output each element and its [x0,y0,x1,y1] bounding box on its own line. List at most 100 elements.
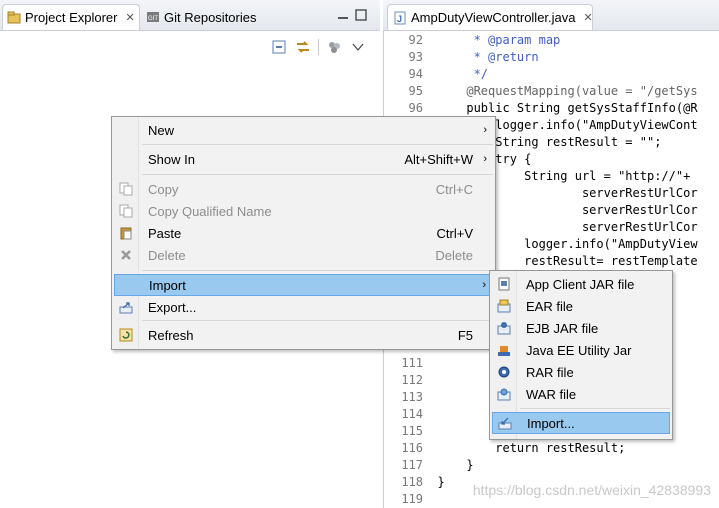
ejb-jar-icon [496,320,512,336]
menu-item-shortcut: Ctrl+V [436,225,473,241]
maximize-icon[interactable] [354,8,368,22]
code-text: return restResult; [437,441,626,455]
menu-item-label: EAR file [526,298,573,314]
line-number: 93 [408,50,423,64]
menu-item-label: Delete [148,247,186,263]
java-file-icon: J [393,11,407,25]
export-icon [118,299,134,315]
menu-item-delete[interactable]: Delete Delete [114,244,493,266]
menu-item-shortcut: Ctrl+C [435,181,473,197]
minimize-icon[interactable] [336,8,350,22]
git-repositories-icon: GIT [146,10,160,24]
submenu-arrow-icon: › [483,153,487,165]
view-menu-chevron-down-icon[interactable] [349,38,367,56]
menu-item-shortcut: Delete [435,247,473,263]
menu-item-label: Show In [148,151,195,167]
code-line: 95 @RequestMapping(value = "/getSys [383,83,698,100]
menu-separator [142,174,493,175]
line-number: 92 [408,33,423,47]
menu-item-label: Import... [527,415,575,431]
code-text: * @param map [437,33,561,47]
line-number: 114 [401,407,423,421]
menu-item-shortcut: Alt+Shift+W [404,151,473,167]
project-explorer-icon [7,11,21,25]
app-client-jar-icon [496,276,512,292]
code-line: 116 return restResult; [383,440,625,457]
line-number: 111 [401,356,423,370]
line-number: 112 [401,373,423,387]
menu-item-label: Refresh [148,327,194,343]
link-with-editor-icon[interactable] [294,38,312,56]
code-line: 118 } [383,474,445,491]
delete-icon [118,247,134,263]
line-number: 95 [408,84,423,98]
menu-item-label: Java EE Utility Jar [526,342,632,358]
copy-icon [118,181,134,197]
submenu-item-app-client-jar-file[interactable]: App Client JAR file [492,273,670,295]
tab-label: Project Explorer [25,10,118,25]
filter-icon[interactable] [325,38,343,56]
close-icon[interactable]: ✕ [125,11,134,24]
context-menu: New › Show In Alt+Shift+W › Copy Ctrl+C Copy Qu… [111,116,496,350]
menu-item-label: Paste [148,225,182,241]
code-text: public String getSysStaffInfo(@R [437,101,698,115]
menu-item-import[interactable]: Import › [114,274,493,296]
code-text: */ [437,67,489,81]
code-text: * @return [437,50,539,64]
code-line: 93 * @return [383,49,539,66]
view-toolbar [270,36,367,58]
code-text: } [437,458,474,472]
submenu-arrow-icon: › [482,279,486,291]
collapse-all-icon[interactable] [270,38,288,56]
submenu-arrow-icon: › [483,124,487,136]
code-line: 119 [383,491,437,508]
tab-git-repositories[interactable]: GIT Git Repositories [146,4,276,30]
code-line: 117 } [383,457,474,474]
line-number: 118 [401,475,423,489]
submenu-item-ear-file[interactable]: EAR file [492,295,670,317]
tab-project-explorer[interactable]: Project Explorer ✕ [2,4,140,30]
menu-item-new[interactable]: New › [114,119,493,141]
ear-file-icon [496,298,512,314]
svg-text:GIT: GIT [148,16,158,22]
submenu-item-import[interactable]: Import... [492,412,670,434]
line-number: 119 [401,492,423,506]
code-line: 96 public String getSysStaffInfo(@R [383,100,698,117]
menu-item-label: RAR file [526,364,574,380]
line-number: 96 [408,101,423,115]
menu-separator [142,144,493,145]
code-text: @RequestMapping(value = "/getSys [437,84,698,98]
code-text: } [437,475,445,489]
tab-amp-duty-view-controller[interactable]: J AmpDutyViewController.java ✕ [387,4,593,30]
submenu-item-rar-file[interactable]: RAR file [492,361,670,383]
close-icon[interactable]: ✕ [584,11,593,24]
svg-text:J: J [397,14,402,24]
rar-file-icon [496,364,512,380]
code-line: 92 * @param map [383,32,561,49]
code-line: 94 */ [383,66,488,83]
refresh-icon [118,327,134,343]
left-view-tab-bar: Project Explorer ✕ GIT Git Repositories [0,0,380,31]
menu-item-copy-qualified-name[interactable]: Copy Qualified Name [114,200,493,222]
menu-separator [142,270,493,271]
submenu-item-war-file[interactable]: WAR file [492,383,670,405]
menu-separator [142,320,493,321]
tab-label: AmpDutyViewController.java [411,10,576,25]
paste-icon [118,225,134,241]
menu-item-export[interactable]: Export... [114,296,493,318]
menu-item-copy[interactable]: Copy Ctrl+C [114,178,493,200]
menu-item-refresh[interactable]: Refresh F5 [114,324,493,346]
code-line: 114 [383,406,437,423]
menu-item-label: New [148,122,175,138]
menu-item-label: WAR file [526,386,577,402]
menu-item-label: Copy Qualified Name [148,203,272,219]
submenu-item-ejb-jar-file[interactable]: EJB JAR file [492,317,670,339]
line-number: 115 [401,424,423,438]
code-line: 113 [383,389,437,406]
submenu-item-java-ee-utility-jar[interactable]: Java EE Utility Jar [492,339,670,361]
line-number: 94 [408,67,423,81]
line-number: 116 [401,441,423,455]
menu-item-show-in[interactable]: Show In Alt+Shift+W › [114,148,493,170]
menu-item-paste[interactable]: Paste Ctrl+V [114,222,493,244]
import-wizard-icon [497,415,513,431]
